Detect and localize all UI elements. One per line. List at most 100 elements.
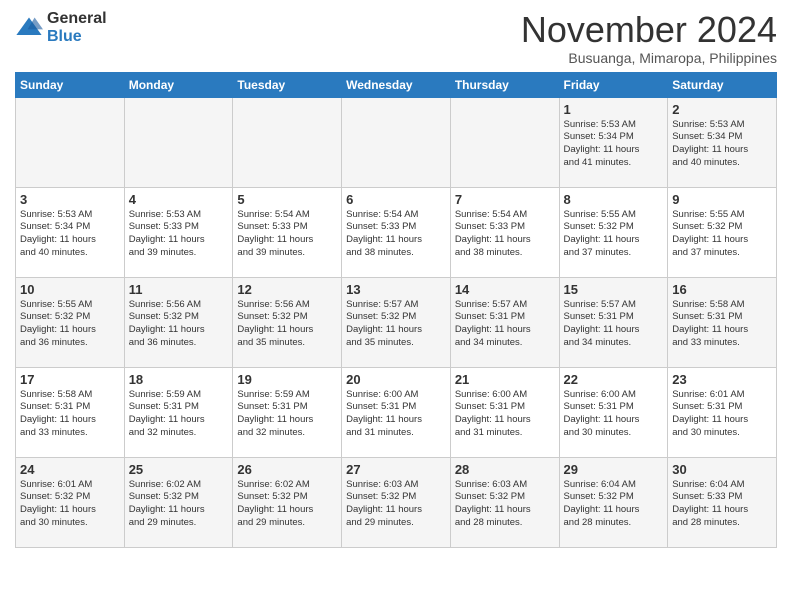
day-number: 26 — [237, 462, 337, 477]
calendar-cell: 12 Sunrise: 5:56 AM Sunset: 5:32 PM Dayli… — [233, 277, 342, 367]
cell-info: Sunrise: 5:59 AM Sunset: 5:31 PM Dayligh… — [129, 389, 229, 440]
cell-info: Sunrise: 5:53 AM Sunset: 5:33 PM Dayligh… — [129, 209, 229, 260]
calendar-cell: 10 Sunrise: 5:55 AM Sunset: 5:32 PM Dayli… — [16, 277, 125, 367]
day-number: 17 — [20, 372, 120, 387]
calendar-cell: 14Sunrise: 5:57 AM Sunset: 5:31 PM Dayli… — [450, 277, 559, 367]
day-number: 5 — [237, 192, 337, 207]
cell-info: Sunrise: 6:02 AM Sunset: 5:32 PM Dayligh… — [129, 479, 229, 530]
weekday-header-row: SundayMondayTuesdayWednesdayThursdayFrid… — [16, 72, 777, 97]
calendar-cell — [342, 97, 451, 187]
cell-info: Sunrise: 5:53 AM Sunset: 5:34 PM Dayligh… — [20, 209, 120, 260]
cell-info: Sunrise: 5:54 AM Sunset: 5:33 PM Dayligh… — [455, 209, 555, 260]
weekday-header: Tuesday — [233, 72, 342, 97]
weekday-header: Friday — [559, 72, 668, 97]
cell-info: Sunrise: 5:55 AM Sunset: 5:32 PM Dayligh… — [20, 299, 120, 350]
cell-info: Sunrise: 6:01 AM Sunset: 5:32 PM Dayligh… — [20, 479, 120, 530]
day-number: 14 — [455, 282, 555, 297]
weekday-header: Saturday — [668, 72, 777, 97]
cell-info: Sunrise: 5:54 AM Sunset: 5:33 PM Dayligh… — [346, 209, 446, 260]
calendar-week-row: 24 Sunrise: 6:01 AM Sunset: 5:32 PM Dayli… — [16, 457, 777, 547]
calendar-week-row: 10 Sunrise: 5:55 AM Sunset: 5:32 PM Dayli… — [16, 277, 777, 367]
cell-info: Sunrise: 6:03 AM Sunset: 5:32 PM Dayligh… — [455, 479, 555, 530]
calendar-cell: 5 Sunrise: 5:54 AM Sunset: 5:33 PM Daylig… — [233, 187, 342, 277]
cell-info: Sunrise: 5:55 AM Sunset: 5:32 PM Dayligh… — [564, 209, 664, 260]
day-number: 10 — [20, 282, 120, 297]
calendar-cell: 26 Sunrise: 6:02 AM Sunset: 5:32 PM Dayli… — [233, 457, 342, 547]
day-number: 2 — [672, 102, 772, 117]
weekday-header: Sunday — [16, 72, 125, 97]
cell-info: Sunrise: 5:54 AM Sunset: 5:33 PM Dayligh… — [237, 209, 337, 260]
day-number: 9 — [672, 192, 772, 207]
calendar-cell — [16, 97, 125, 187]
calendar-week-row: 1 Sunrise: 5:53 AM Sunset: 5:34 PM Daylig… — [16, 97, 777, 187]
cell-info: Sunrise: 6:03 AM Sunset: 5:32 PM Dayligh… — [346, 479, 446, 530]
day-number: 3 — [20, 192, 120, 207]
calendar-cell: 21Sunrise: 6:00 AM Sunset: 5:31 PM Dayli… — [450, 367, 559, 457]
day-number: 15 — [564, 282, 664, 297]
cell-info: Sunrise: 5:53 AM Sunset: 5:34 PM Dayligh… — [672, 119, 772, 170]
calendar-cell: 30 Sunrise: 6:04 AM Sunset: 5:33 PM Dayli… — [668, 457, 777, 547]
calendar-cell — [124, 97, 233, 187]
logo: General Blue — [15, 10, 107, 45]
calendar-table: SundayMondayTuesdayWednesdayThursdayFrid… — [15, 72, 777, 548]
day-number: 4 — [129, 192, 229, 207]
day-number: 22 — [564, 372, 664, 387]
calendar-cell: 27 Sunrise: 6:03 AM Sunset: 5:32 PM Dayli… — [342, 457, 451, 547]
cell-info: Sunrise: 6:00 AM Sunset: 5:31 PM Dayligh… — [564, 389, 664, 440]
day-number: 24 — [20, 462, 120, 477]
day-number: 19 — [237, 372, 337, 387]
logo-general: General — [47, 10, 107, 28]
day-number: 12 — [237, 282, 337, 297]
weekday-header: Wednesday — [342, 72, 451, 97]
day-number: 1 — [564, 102, 664, 117]
day-number: 13 — [346, 282, 446, 297]
calendar-cell: 6Sunrise: 5:54 AM Sunset: 5:33 PM Daylig… — [342, 187, 451, 277]
calendar-week-row: 17 Sunrise: 5:58 AM Sunset: 5:31 PM Dayli… — [16, 367, 777, 457]
cell-info: Sunrise: 5:58 AM Sunset: 5:31 PM Dayligh… — [20, 389, 120, 440]
day-number: 11 — [129, 282, 229, 297]
cell-info: Sunrise: 6:02 AM Sunset: 5:32 PM Dayligh… — [237, 479, 337, 530]
calendar-cell: 13Sunrise: 5:57 AM Sunset: 5:32 PM Dayli… — [342, 277, 451, 367]
calendar-cell: 24 Sunrise: 6:01 AM Sunset: 5:32 PM Dayli… — [16, 457, 125, 547]
cell-info: Sunrise: 6:04 AM Sunset: 5:33 PM Dayligh… — [672, 479, 772, 530]
calendar-cell: 28 Sunrise: 6:03 AM Sunset: 5:32 PM Dayli… — [450, 457, 559, 547]
calendar-cell: 1 Sunrise: 5:53 AM Sunset: 5:34 PM Daylig… — [559, 97, 668, 187]
day-number: 20 — [346, 372, 446, 387]
day-number: 23 — [672, 372, 772, 387]
day-number: 29 — [564, 462, 664, 477]
cell-info: Sunrise: 5:53 AM Sunset: 5:34 PM Dayligh… — [564, 119, 664, 170]
calendar-cell: 20 Sunrise: 6:00 AM Sunset: 5:31 PM Dayli… — [342, 367, 451, 457]
calendar-cell: 16 Sunrise: 5:58 AM Sunset: 5:31 PM Dayli… — [668, 277, 777, 367]
calendar-cell: 2 Sunrise: 5:53 AM Sunset: 5:34 PM Daylig… — [668, 97, 777, 187]
day-number: 7 — [455, 192, 555, 207]
calendar-week-row: 3 Sunrise: 5:53 AM Sunset: 5:34 PM Daylig… — [16, 187, 777, 277]
weekday-header: Thursday — [450, 72, 559, 97]
day-number: 16 — [672, 282, 772, 297]
calendar-cell: 3 Sunrise: 5:53 AM Sunset: 5:34 PM Daylig… — [16, 187, 125, 277]
calendar-cell: 9 Sunrise: 5:55 AM Sunset: 5:32 PM Daylig… — [668, 187, 777, 277]
cell-info: Sunrise: 5:58 AM Sunset: 5:31 PM Dayligh… — [672, 299, 772, 350]
cell-info: Sunrise: 5:59 AM Sunset: 5:31 PM Dayligh… — [237, 389, 337, 440]
page-header: General Blue November 2024 Busuanga, Mim… — [15, 10, 777, 66]
cell-info: Sunrise: 5:55 AM Sunset: 5:32 PM Dayligh… — [672, 209, 772, 260]
calendar-cell: 15Sunrise: 5:57 AM Sunset: 5:31 PM Dayli… — [559, 277, 668, 367]
calendar-cell: 17 Sunrise: 5:58 AM Sunset: 5:31 PM Dayli… — [16, 367, 125, 457]
calendar-cell: 22 Sunrise: 6:00 AM Sunset: 5:31 PM Dayli… — [559, 367, 668, 457]
day-number: 21 — [455, 372, 555, 387]
day-number: 27 — [346, 462, 446, 477]
calendar-cell: 18Sunrise: 5:59 AM Sunset: 5:31 PM Dayli… — [124, 367, 233, 457]
calendar-cell: 19 Sunrise: 5:59 AM Sunset: 5:31 PM Dayli… — [233, 367, 342, 457]
cell-info: Sunrise: 5:56 AM Sunset: 5:32 PM Dayligh… — [237, 299, 337, 350]
calendar-cell: 7 Sunrise: 5:54 AM Sunset: 5:33 PM Daylig… — [450, 187, 559, 277]
day-number: 30 — [672, 462, 772, 477]
day-number: 28 — [455, 462, 555, 477]
cell-info: Sunrise: 5:56 AM Sunset: 5:32 PM Dayligh… — [129, 299, 229, 350]
calendar-cell: 25 Sunrise: 6:02 AM Sunset: 5:32 PM Dayli… — [124, 457, 233, 547]
month-title: November 2024 — [521, 10, 777, 50]
cell-info: Sunrise: 6:00 AM Sunset: 5:31 PM Dayligh… — [346, 389, 446, 440]
calendar-cell: 11 Sunrise: 5:56 AM Sunset: 5:32 PM Dayli… — [124, 277, 233, 367]
calendar-cell: 4 Sunrise: 5:53 AM Sunset: 5:33 PM Daylig… — [124, 187, 233, 277]
day-number: 25 — [129, 462, 229, 477]
logo-blue: Blue — [47, 28, 107, 46]
day-number: 8 — [564, 192, 664, 207]
